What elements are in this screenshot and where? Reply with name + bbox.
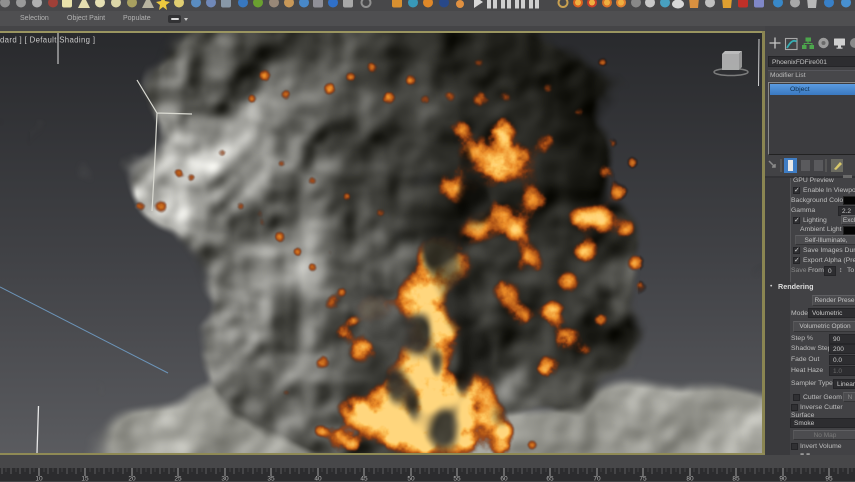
svg-text:dard ] [ Default Shading ]: dard ] [ Default Shading ] bbox=[0, 36, 95, 45]
svg-text:30: 30 bbox=[221, 476, 229, 482]
svg-text:20: 20 bbox=[128, 476, 136, 482]
svg-text:10: 10 bbox=[35, 476, 43, 482]
svg-text:70: 70 bbox=[593, 476, 601, 482]
svg-text:75: 75 bbox=[639, 476, 647, 482]
svg-text:15: 15 bbox=[81, 476, 89, 482]
svg-text:35: 35 bbox=[267, 476, 275, 482]
svg-text:25: 25 bbox=[174, 476, 182, 482]
svg-text:95: 95 bbox=[825, 476, 833, 482]
svg-text:40: 40 bbox=[314, 476, 322, 482]
svg-text:55: 55 bbox=[453, 476, 461, 482]
svg-text:50: 50 bbox=[407, 476, 415, 482]
svg-text:60: 60 bbox=[500, 476, 508, 482]
svg-text:85: 85 bbox=[732, 476, 740, 482]
svg-text:80: 80 bbox=[686, 476, 694, 482]
svg-text:45: 45 bbox=[360, 476, 368, 482]
svg-text:65: 65 bbox=[546, 476, 554, 482]
svg-text:90: 90 bbox=[779, 476, 787, 482]
